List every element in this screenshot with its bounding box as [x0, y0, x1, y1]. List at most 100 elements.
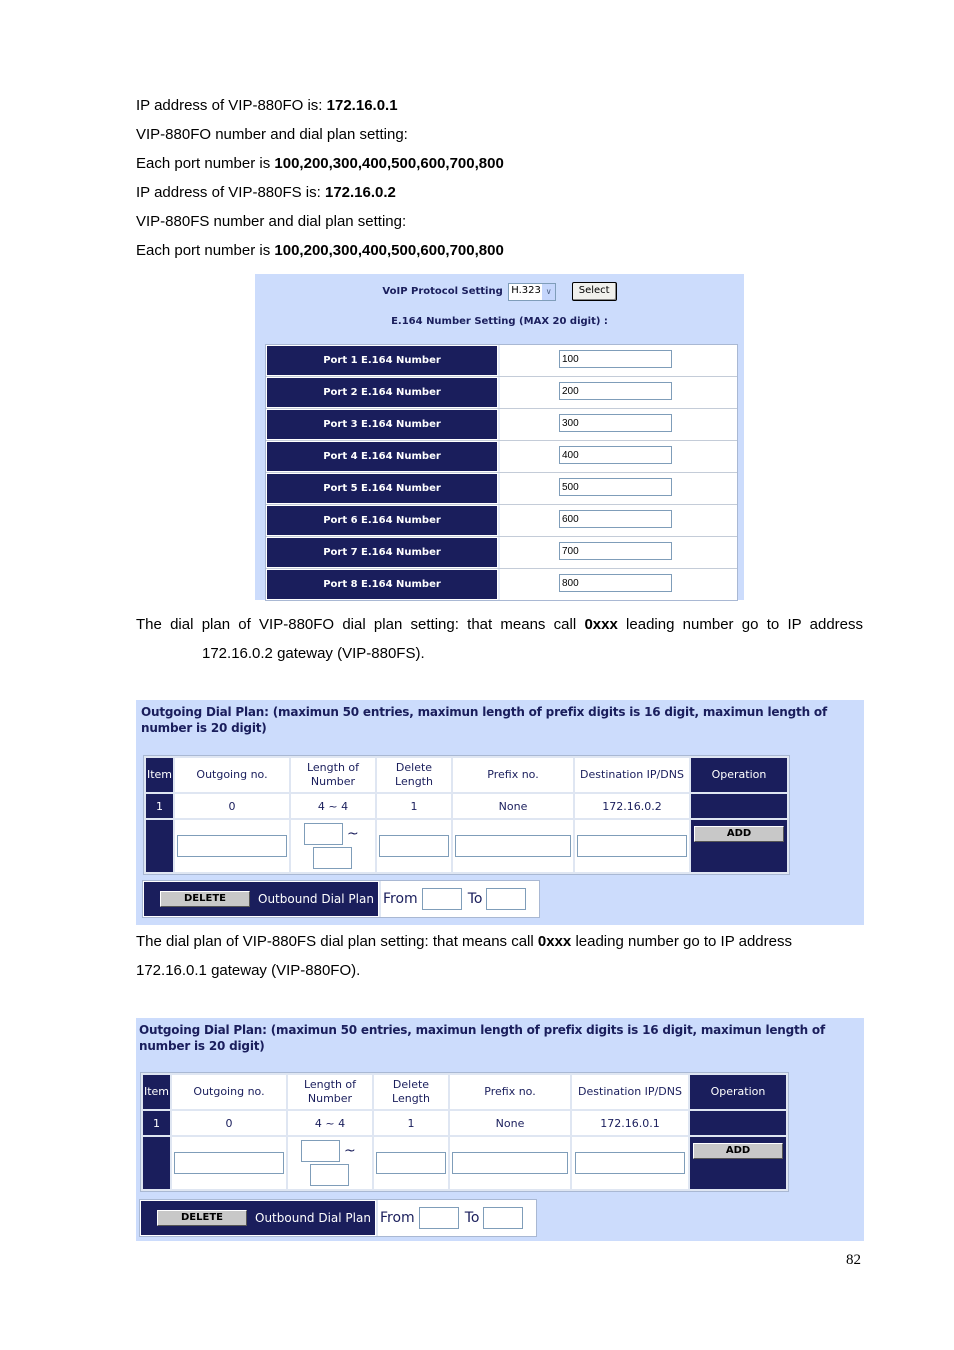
to-input[interactable]	[483, 1207, 524, 1229]
para-text: The dial plan of VIP-880FS dial plan set…	[136, 933, 538, 950]
delete-bar-left: DELETE Outbound Dial Plan	[143, 881, 379, 917]
intro-line: VIP-880FO number and dial plan setting:	[136, 125, 408, 145]
para-line2: 172.16.0.1 gateway (VIP-880FO).	[136, 962, 361, 979]
cell-add: ADD	[691, 820, 787, 872]
header-item: Item	[143, 1075, 170, 1109]
port-label: Port 2 E.164 Number	[266, 377, 498, 408]
protocol-select[interactable]: H.323 ∨	[508, 282, 557, 301]
header-delete: Delete Length	[377, 758, 451, 792]
table-row: 1 0 4 ~ 4 1 None 172.16.0.1	[143, 1111, 786, 1135]
intro-text: Each port number is	[136, 155, 275, 172]
cell-length-input: ~	[291, 820, 375, 872]
cell-outgoing: 0	[175, 794, 289, 818]
to-input[interactable]	[486, 888, 527, 910]
length-max-input[interactable]	[310, 1164, 349, 1186]
tilde-label: ~	[344, 1143, 356, 1159]
cell-outgoing-input	[172, 1137, 286, 1189]
port-label: Port 1 E.164 Number	[266, 345, 498, 376]
port-row: Port 8 E.164 Number	[266, 569, 737, 600]
header-dest: Destination IP/DNS	[575, 758, 689, 792]
dest-input[interactable]	[575, 1152, 685, 1174]
chevron-down-icon: ∨	[542, 283, 556, 300]
cell-item: 1	[143, 1111, 170, 1135]
port-number-input[interactable]	[559, 510, 672, 528]
port-number-input[interactable]	[559, 350, 672, 368]
delete-bar-right: From To	[381, 881, 539, 917]
length-min-input[interactable]	[304, 823, 343, 845]
intro-line: VIP-880FS number and dial plan setting:	[136, 212, 406, 232]
length-min-input[interactable]	[301, 1140, 340, 1162]
header-delete: Delete Length	[374, 1075, 448, 1109]
cell-prefix-input	[453, 820, 573, 872]
cell-dest: 172.16.0.2	[575, 794, 689, 818]
para-bold: 0xxx	[537, 933, 572, 950]
add-button[interactable]: ADD	[694, 826, 784, 842]
port-row: Port 5 E.164 Number	[266, 473, 737, 505]
dest-input[interactable]	[577, 835, 687, 857]
to-label: To	[464, 1210, 480, 1226]
port-row: Port 1 E.164 Number	[266, 345, 737, 377]
port-label: Port 7 E.164 Number	[266, 537, 498, 568]
intro-bold: 172.16.0.1	[326, 97, 398, 114]
intro-text: IP address of VIP-880FO is:	[136, 97, 327, 114]
cell-operation	[691, 794, 787, 818]
cell-operation	[690, 1111, 786, 1135]
port-number-input[interactable]	[559, 478, 672, 496]
from-input[interactable]	[421, 888, 462, 910]
port-number-input[interactable]	[559, 446, 672, 464]
para-line: The dial plan of VIP-880FO dial plan set…	[136, 615, 863, 635]
delete-bar-right: From To	[378, 1200, 536, 1236]
port-row: Port 7 E.164 Number	[266, 537, 737, 569]
port-number-input[interactable]	[559, 542, 672, 560]
intro-text: Each port number is	[136, 242, 275, 259]
outgoing-input[interactable]	[174, 1152, 284, 1174]
port-row: Port 3 E.164 Number	[266, 409, 737, 441]
intro-bold: 100,200,300,400,500,600,700,800	[274, 155, 504, 172]
header-length: Length of Number	[288, 1075, 372, 1109]
prefix-input[interactable]	[452, 1152, 568, 1174]
header-outgoing: Outgoing no.	[172, 1075, 286, 1109]
port-number-input[interactable]	[559, 414, 672, 432]
outgoing-input[interactable]	[177, 835, 287, 857]
from-label: From	[380, 1210, 415, 1226]
port-label: Port 3 E.164 Number	[266, 409, 498, 440]
table-row: 1 0 4 ~ 4 1 None 172.16.0.2	[146, 794, 787, 818]
outbound-label: Outbound Dial Plan	[255, 1211, 371, 1225]
para-text: leading number go to IP address	[617, 616, 863, 633]
intro-bold: 172.16.0.2	[324, 184, 396, 201]
header-dest: Destination IP/DNS	[572, 1075, 688, 1109]
cell-item: 1	[146, 794, 173, 818]
e164-title: E.164 Number Setting (MAX 20 digit) :	[391, 316, 608, 327]
header-prefix: Prefix no.	[453, 758, 573, 792]
port-number-input[interactable]	[559, 382, 672, 400]
cell-prefix: None	[450, 1111, 570, 1135]
port-label: Port 6 E.164 Number	[266, 505, 498, 536]
para-text: The dial plan of VIP-880FO dial plan set…	[136, 616, 585, 633]
cell-item-empty	[146, 820, 173, 872]
cell-item-empty	[143, 1137, 170, 1189]
length-max-input[interactable]	[313, 847, 352, 869]
from-input[interactable]	[418, 1207, 459, 1229]
delete-length-input[interactable]	[376, 1152, 446, 1174]
cell-prefix-input	[450, 1137, 570, 1189]
select-button[interactable]: Select	[571, 282, 617, 301]
cell-delete: 1	[374, 1111, 448, 1135]
prefix-input[interactable]	[455, 835, 571, 857]
intro-bold: 100,200,300,400,500,600,700,800	[274, 242, 504, 259]
new-entry-row: ~ ADD	[146, 820, 787, 872]
dialplan-title: Outgoing Dial Plan: (maximun 50 entries,…	[139, 1023, 825, 1053]
port-label: Port 8 E.164 Number	[266, 569, 498, 600]
dialplan-table: Item Outgoing no. Length of Number Delet…	[143, 755, 790, 875]
table-header-row: Item Outgoing no. Length of Number Delet…	[146, 758, 787, 792]
protocol-label: VoIP Protocol Setting	[382, 286, 503, 297]
header-operation: Operation	[691, 758, 787, 792]
port-number-input[interactable]	[559, 574, 672, 592]
intro-line: IP address of VIP-880FO is: 172.16.0.1	[136, 96, 398, 116]
delete-length-input[interactable]	[379, 835, 449, 857]
dialplan-panel-fo: Outgoing Dial Plan: (maximun 50 entries,…	[136, 700, 864, 925]
from-label: From	[383, 891, 418, 907]
delete-button[interactable]: DELETE	[160, 891, 250, 907]
cell-delete-input	[377, 820, 451, 872]
delete-button[interactable]: DELETE	[157, 1210, 247, 1226]
add-button[interactable]: ADD	[693, 1143, 783, 1159]
